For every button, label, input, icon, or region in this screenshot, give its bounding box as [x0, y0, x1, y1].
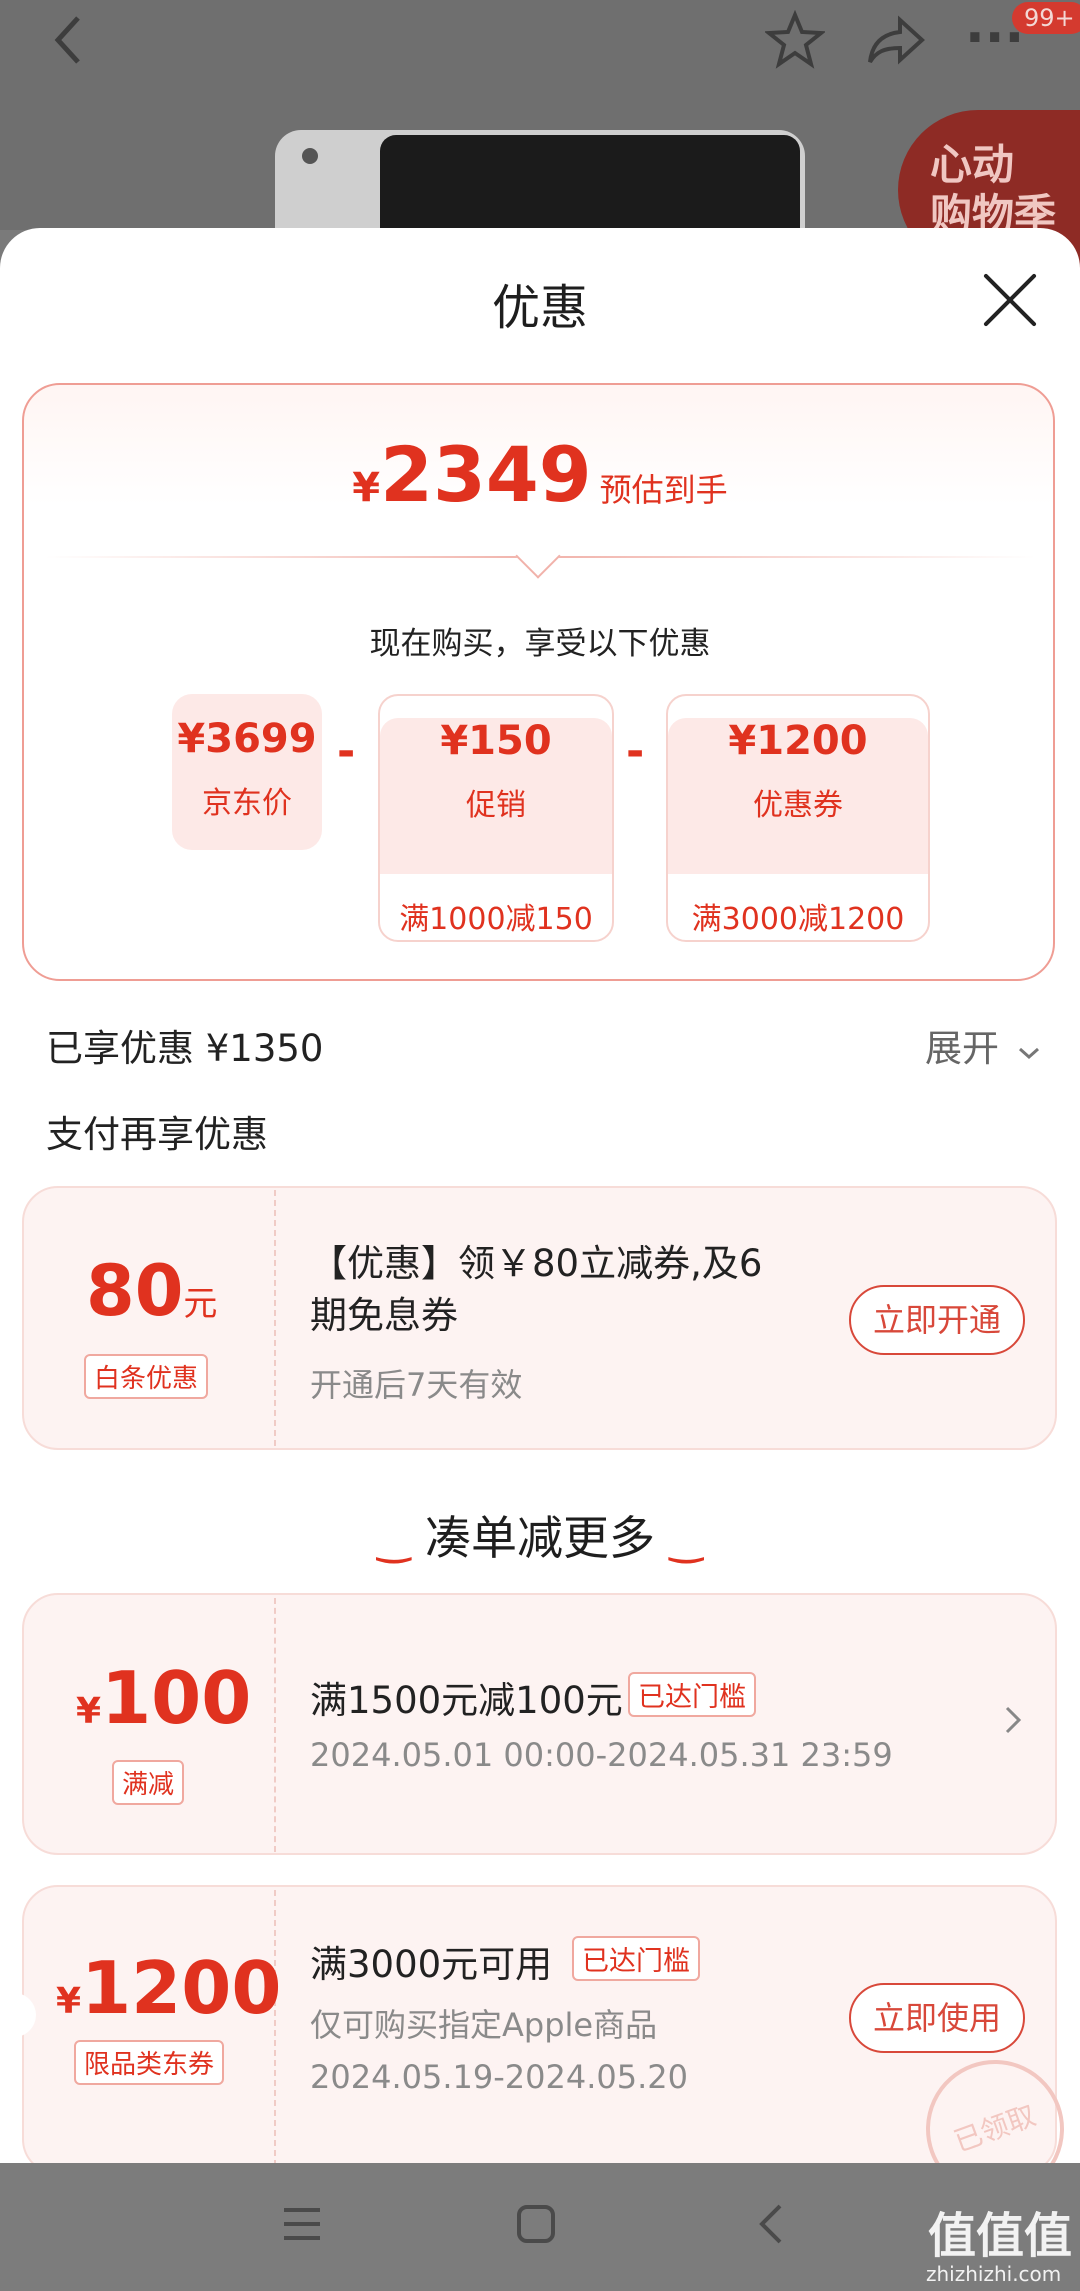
more-section-title: ‿ 凑单减更多 ‿ — [0, 1502, 1080, 1568]
coupon2-tag: 限品类东券 — [74, 2040, 225, 2085]
coupon2-yen: ¥ — [56, 1981, 82, 2022]
baitiao-text-line-1: 【优惠】领￥80立减券,及6 — [310, 1242, 763, 1285]
share-icon[interactable] — [866, 12, 926, 72]
coupon2-amount: ¥1200 — [56, 1946, 281, 2030]
jd-price-label: 京东价 — [202, 786, 292, 821]
notification-badge: 99+ — [1012, 2, 1080, 34]
promo-amount: ¥150 — [440, 718, 552, 764]
price-yen: ¥ — [352, 465, 381, 511]
watermark-brand: 值值值 — [928, 2208, 1073, 2264]
chevron-down-icon — [1018, 1047, 1039, 1060]
coupon1-amount: ¥100 — [76, 1656, 251, 1740]
baitiao-amount-unit: 元 — [183, 1284, 218, 1324]
use-now-button[interactable]: 立即使用 — [849, 1983, 1025, 2053]
coupon-card: ¥1200 优惠券 满3000减1200 — [666, 694, 930, 942]
coupon1-value: 100 — [101, 1656, 252, 1740]
coupon1-reached-badge: 已达门槛 — [628, 1672, 756, 1717]
home-square-icon[interactable] — [516, 2204, 556, 2248]
coupon-amount: ¥1200 — [728, 718, 868, 764]
coupon2-period: 2024.05.19-2024.05.20 — [310, 2058, 688, 2096]
coupon2-value: 1200 — [81, 1946, 282, 2030]
promo-card: ¥150 促销 满1000减150 — [378, 694, 614, 942]
product-camera — [302, 148, 318, 164]
sheet-title: 优惠 — [491, 280, 588, 336]
coupon2-desc: 仅可购买指定Apple商品 — [310, 2006, 658, 2044]
menu-icon[interactable] — [282, 2206, 322, 2246]
baitiao-tag: 白条优惠 — [84, 1354, 209, 1399]
coupon1-period: 2024.05.01 00:00-2024.05.31 23:59 — [310, 1736, 893, 1774]
coupon-split-line — [274, 1190, 276, 1446]
coupon-label: 优惠券 — [753, 788, 843, 823]
baitiao-amount: 80元 — [86, 1250, 217, 1332]
more-title-text: 凑单减更多 — [425, 1511, 655, 1565]
baitiao-text: 【优惠】领￥80立减券,及6 期免息券 — [310, 1238, 762, 1342]
now-buy-text: 现在购买，享受以下优惠 — [369, 626, 711, 662]
jd-price-card: ¥3699 京东价 — [172, 694, 322, 850]
coupon-card-top: ¥1200 优惠券 — [668, 718, 928, 874]
enjoyed-discount: 已享优惠 ¥1350 — [46, 1027, 324, 1070]
coupon-condition: 满3000减1200 — [691, 902, 905, 937]
promo-card-top: ¥150 促销 — [380, 718, 612, 874]
expand-label: 展开 — [925, 1027, 999, 1070]
promo-line-1: 心动 — [930, 140, 1015, 189]
price-value: 2349 — [380, 430, 592, 519]
back-arrow-icon[interactable] — [48, 10, 88, 79]
smile-right-icon: ‿ — [669, 1518, 703, 1564]
jd-price-amount: ¥3699 — [177, 716, 317, 762]
baitiao-text-line-2: 期免息券 — [310, 1294, 458, 1337]
activate-button[interactable]: 立即开通 — [849, 1285, 1025, 1355]
watermark-url: zhizhizhi.com — [926, 2262, 1062, 2286]
coupon1-tag: 满减 — [112, 1760, 185, 1805]
chevron-right-icon[interactable] — [1003, 1700, 1023, 1746]
minus-sign: - — [337, 726, 356, 777]
promo-banner-text: 心动 购物季 — [930, 140, 1056, 240]
coupon1-title: 满1500元减100元 — [310, 1679, 623, 1722]
price-note: 预估到手 — [599, 471, 728, 509]
promo-label: 促销 — [466, 788, 526, 823]
back-nav-icon[interactable] — [756, 2202, 786, 2250]
baitiao-amount-value: 80 — [86, 1250, 184, 1332]
coupon1-yen: ¥ — [76, 1691, 102, 1732]
close-icon[interactable] — [978, 268, 1042, 332]
baitiao-validity: 开通后7天有效 — [310, 1366, 523, 1404]
coupon2-title: 满3000元可用 — [310, 1943, 553, 1986]
coupon2-reached-badge: 已达门槛 — [572, 1936, 700, 1981]
pay-more-title: 支付再享优惠 — [46, 1113, 268, 1156]
coupon-split-line — [274, 1598, 276, 1852]
star-icon[interactable] — [763, 9, 827, 74]
expand-toggle[interactable]: 展开 — [925, 1018, 1041, 1072]
smile-left-icon: ‿ — [377, 1518, 411, 1564]
estimated-price: ¥2349 预估到手 — [0, 430, 1080, 519]
minus-sign: - — [626, 726, 645, 777]
promo-condition: 满1000减150 — [399, 902, 593, 937]
